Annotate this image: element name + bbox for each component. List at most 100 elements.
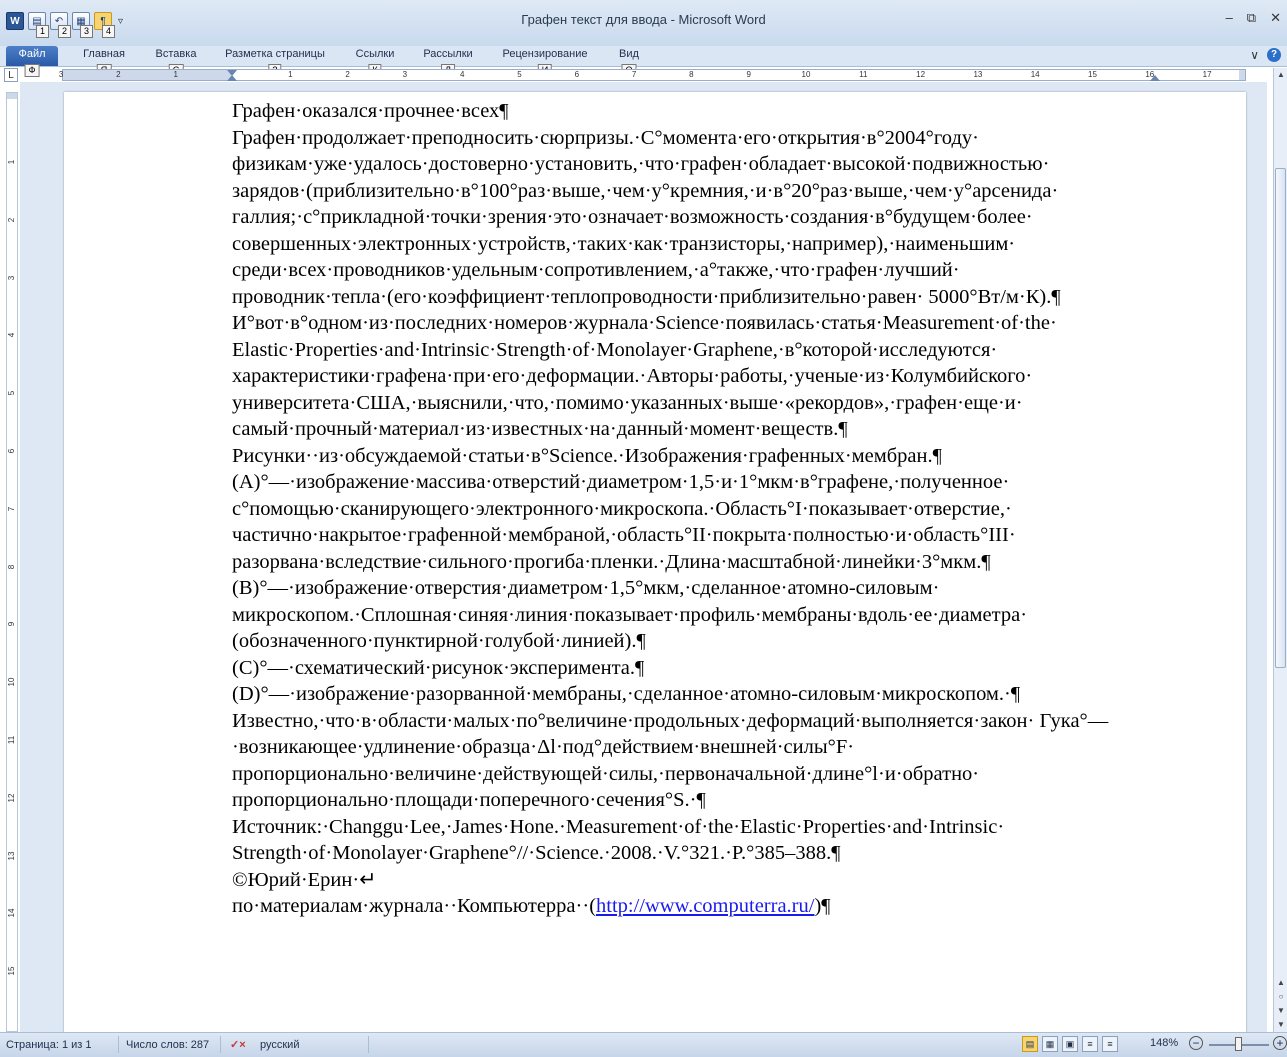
vertical-scrollbar[interactable]: ▲ ▲ ○ ▼ ▼	[1273, 68, 1287, 1032]
paragraph[interactable]: Графен·оказался·прочнее·всех¶	[232, 98, 1192, 125]
divider	[118, 1036, 119, 1053]
tab-label: Рассылки	[423, 48, 473, 60]
ruler-number: 5	[7, 390, 16, 396]
tab-selector[interactable]: L	[4, 68, 18, 82]
close-icon[interactable]: ✕	[1270, 10, 1281, 26]
tab-label: Файл	[18, 48, 46, 60]
document-page: Графен·оказался·прочнее·всех¶ Графен·про…	[64, 92, 1246, 1042]
ruler-number: 7	[7, 506, 16, 512]
keytip: Ф	[24, 64, 40, 77]
ruler-number: 1	[7, 159, 16, 165]
tab-label: Вставка	[155, 48, 197, 60]
ruler-number: 8	[7, 564, 16, 569]
web-layout-icon[interactable]: ▣	[1062, 1036, 1078, 1052]
paragraph[interactable]: ©Юрий·Ерин·↵	[232, 867, 1192, 894]
outline-view-icon[interactable]: ≡	[1082, 1036, 1098, 1052]
proofing-errors-icon[interactable]: ✓×	[230, 1037, 246, 1053]
paragraph[interactable]: Графен·продолжает·преподносить·сюрпризы.…	[232, 125, 1192, 311]
ruler-number: 1	[288, 70, 293, 79]
language[interactable]: русский	[260, 1037, 299, 1053]
ruler-number: 6	[574, 70, 580, 79]
tab-home[interactable]: ГлавнаяЯ	[76, 46, 132, 77]
ruler-number: 2	[7, 217, 16, 223]
ruler-number: 6	[7, 448, 16, 454]
document-body[interactable]: Графен·оказался·прочнее·всех¶ Графен·про…	[232, 98, 1192, 920]
tab-file[interactable]: Файл Ф	[6, 46, 58, 77]
ruler-number: 3	[7, 275, 16, 280]
paragraph[interactable]: (B)°—·изображение·отверстия·диаметром·1,…	[232, 575, 1192, 655]
paragraph[interactable]: (C)°—·схематический·рисунок·эксперимента…	[232, 655, 1192, 682]
paragraph-last[interactable]: по·материалам·журнала··Компьютерра··(htt…	[232, 893, 1192, 920]
ruler-number: 8	[689, 70, 694, 79]
ruler-number: 13	[7, 851, 16, 861]
tab-insert[interactable]: ВставкаС	[148, 46, 204, 77]
ruler-number: 5	[517, 70, 522, 79]
ruler-number: 9	[7, 622, 16, 627]
ruler-number: 13	[973, 70, 983, 79]
paragraph[interactable]: Рисунки··из·обсуждаемой·статьи·в°Science…	[232, 443, 1192, 470]
ruler-number: 11	[859, 70, 868, 79]
ruler-number: 4	[459, 70, 465, 79]
vertical-ruler[interactable]: 1 2 3 4 5 6 7 8 9 10 11 12 13 14 15	[6, 92, 18, 1032]
scroll-up-icon[interactable]: ▲	[1275, 70, 1287, 80]
ruler-number: 2	[345, 70, 350, 79]
ruler-number: 15	[7, 966, 16, 976]
status-bar: Страница: 1 из 1 Число слов: 287 ✓× русс…	[0, 1032, 1287, 1057]
zoom-slider-thumb[interactable]	[1235, 1037, 1242, 1051]
ruler-number: 10	[7, 677, 16, 687]
ruler-number: 9	[746, 70, 751, 79]
window-title: Графен текст для ввода - Microsoft Word	[521, 12, 766, 27]
ruler-number: 3	[58, 70, 64, 79]
document-workspace: Графен·оказался·прочнее·всех¶ Графен·про…	[20, 82, 1267, 1042]
paragraph[interactable]: Известно,·что·в·области·малых·по°величин…	[232, 708, 1192, 814]
zoom-level[interactable]: 148%	[1150, 1037, 1178, 1049]
select-browse-object-icon[interactable]: ○	[1275, 992, 1287, 1002]
tab-label: Рецензирование	[502, 48, 588, 60]
zoom-in-button[interactable]: +	[1273, 1036, 1287, 1050]
ruler-margin-area	[7, 93, 17, 99]
draft-view-icon[interactable]: ≡	[1102, 1036, 1118, 1052]
ruler-number: 15	[1088, 70, 1097, 79]
ruler-number: 1	[173, 70, 178, 79]
ruler-number: 12	[7, 793, 16, 803]
ribbon-tabs: Файл Ф ГлавнаяЯ ВставкаС Разметка страниц…	[0, 46, 1287, 77]
ruler-number: 3	[402, 70, 408, 79]
help-icon[interactable]: ?	[1267, 48, 1281, 62]
print-layout-view-icon[interactable]: ▤	[1022, 1036, 1038, 1052]
word-count[interactable]: Число слов: 287	[126, 1037, 209, 1053]
ruler-number: 11	[7, 735, 16, 745]
horizontal-ruler[interactable]: 3 2 1 1 2 3 4 5 6 7 8 9 10 11 12 13 14 15 16 17	[59, 69, 1246, 81]
page-count[interactable]: Страница: 1 из 1	[6, 1037, 92, 1053]
ruler-number: 14	[7, 908, 16, 918]
paragraph[interactable]: И°вот·в°одном·из·последних·номеров·журна…	[232, 310, 1192, 443]
previous-page-icon[interactable]: ▲	[1275, 978, 1287, 988]
restore-icon[interactable]: ⧉	[1247, 10, 1256, 26]
scroll-down-icon[interactable]: ▼	[1275, 1020, 1287, 1030]
tab-review[interactable]: РецензированиеИ	[494, 46, 596, 77]
last-line-suffix: )¶	[814, 895, 831, 917]
computerra-link[interactable]: http://www.computerra.ru/	[596, 895, 814, 917]
divider	[368, 1036, 369, 1053]
paragraph[interactable]: Источник:·Changgu·Lee,·James·Hone.·Measu…	[232, 814, 1192, 867]
minimize-icon[interactable]: –	[1226, 10, 1233, 26]
tab-view[interactable]: ВидО	[612, 46, 646, 77]
ruler-number: 12	[916, 70, 926, 79]
zoom-out-button[interactable]: −	[1189, 1036, 1203, 1050]
right-indent-marker[interactable]	[1150, 75, 1160, 81]
full-screen-reading-icon[interactable]: ▦	[1042, 1036, 1058, 1052]
next-page-icon[interactable]: ▼	[1275, 1006, 1287, 1016]
tab-mailings[interactable]: РассылкиЛ	[418, 46, 478, 77]
tab-label: Вид	[619, 48, 639, 60]
tab-page-layout[interactable]: Разметка страницыЗ	[220, 46, 330, 77]
tab-label: Ссылки	[355, 48, 395, 60]
left-indent-marker[interactable]	[227, 75, 237, 81]
ruler-number: 4	[7, 333, 16, 338]
ruler-number: 10	[801, 70, 811, 79]
tab-label: Разметка страницы	[225, 48, 325, 60]
scrollbar-thumb[interactable]	[1275, 168, 1286, 668]
divider	[220, 1036, 221, 1053]
paragraph[interactable]: (A)°—·изображение·массива·отверстий·диам…	[232, 469, 1192, 575]
paragraph[interactable]: (D)°—·изображение·разорванной·мембраны,·…	[232, 681, 1192, 708]
tab-references[interactable]: СсылкиК	[348, 46, 402, 77]
minimize-ribbon-icon[interactable]: ∨	[1250, 48, 1259, 62]
